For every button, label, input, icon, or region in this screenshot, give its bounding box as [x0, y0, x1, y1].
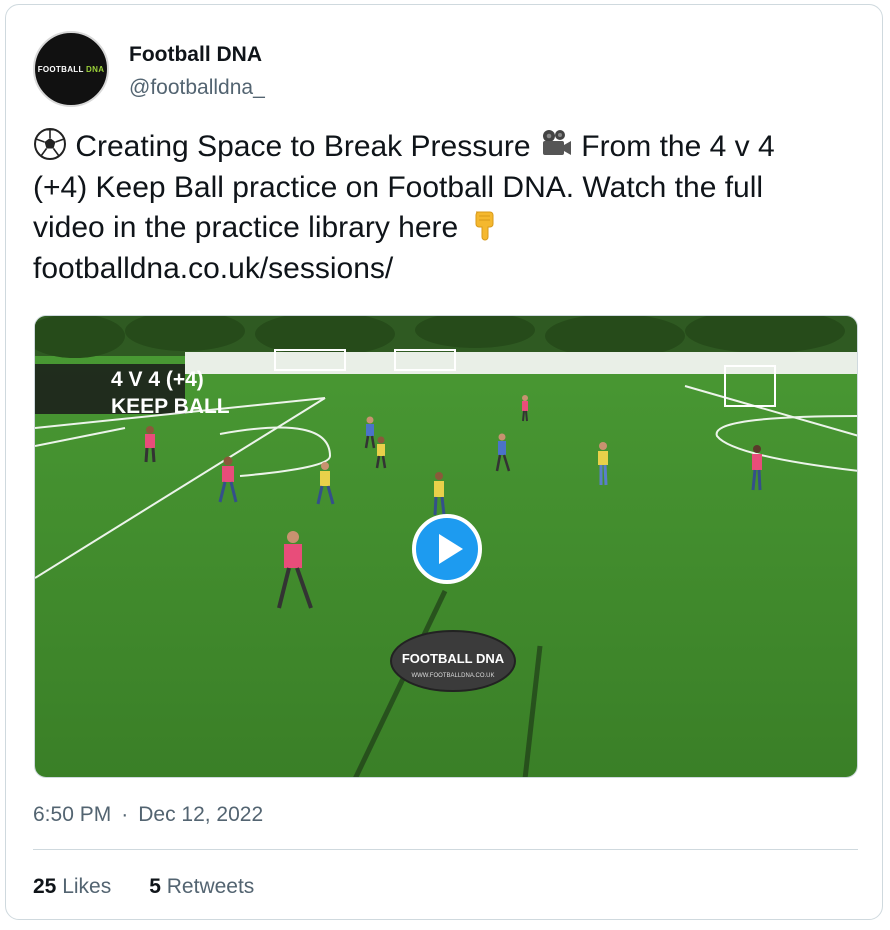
overlay-line2: KEEP BALL: [111, 395, 230, 418]
likes-count: 25: [33, 875, 57, 898]
overlay-line1: 4 V 4 (+4): [111, 368, 204, 391]
tweet-text-part1: Creating Space to Break Pressure: [67, 130, 539, 163]
likes-label: Likes: [62, 875, 112, 898]
likes-stat[interactable]: 25 Likes: [33, 875, 111, 898]
avatar-logo-text: FOOTBALL: [37, 64, 84, 74]
tweet-link[interactable]: footballdna.co.uk/sessions/: [33, 252, 393, 285]
pointing-down-icon: [475, 211, 494, 241]
avatar-logo-dna: DNA: [86, 64, 105, 74]
play-icon: [439, 534, 463, 564]
movie-camera-icon: [542, 130, 571, 155]
banner-text: FOOTBALL DNA: [402, 651, 505, 666]
avatar-logo: FOOTBALL DNA: [38, 65, 105, 74]
tweet-card[interactable]: FOOTBALL DNA Football DNA @footballdna_ …: [5, 4, 883, 920]
video-player[interactable]: FOOTBALL DNA WWW.FOOTBALLDNA.CO.UK 4 V 4…: [34, 315, 858, 778]
retweets-count: 5: [149, 875, 161, 898]
author-name[interactable]: Football DNA: [129, 43, 262, 67]
tweet-stats: 25 Likes 5 Retweets: [33, 875, 254, 899]
tweet-date[interactable]: Dec 12, 2022: [138, 803, 263, 826]
play-button[interactable]: [412, 514, 482, 584]
retweets-label: Retweets: [166, 875, 255, 898]
retweets-stat[interactable]: 5 Retweets: [149, 875, 254, 898]
tweet-text: Creating Space to Break Pressure From th…: [33, 127, 833, 289]
meta-separator: ·: [121, 803, 129, 826]
tweet-time[interactable]: 6:50 PM: [33, 803, 111, 826]
avatar[interactable]: FOOTBALL DNA: [33, 31, 109, 107]
tweet-meta: 6:50 PM · Dec 12, 2022: [33, 803, 263, 827]
video-overlay-title: 4 V 4 (+4) KEEP BALL: [111, 366, 230, 420]
banner-subtext: WWW.FOOTBALLDNA.CO.UK: [411, 673, 494, 679]
author-handle[interactable]: @footballdna_: [129, 76, 265, 100]
soccer-ball-icon: [34, 128, 66, 160]
divider: [33, 849, 858, 850]
